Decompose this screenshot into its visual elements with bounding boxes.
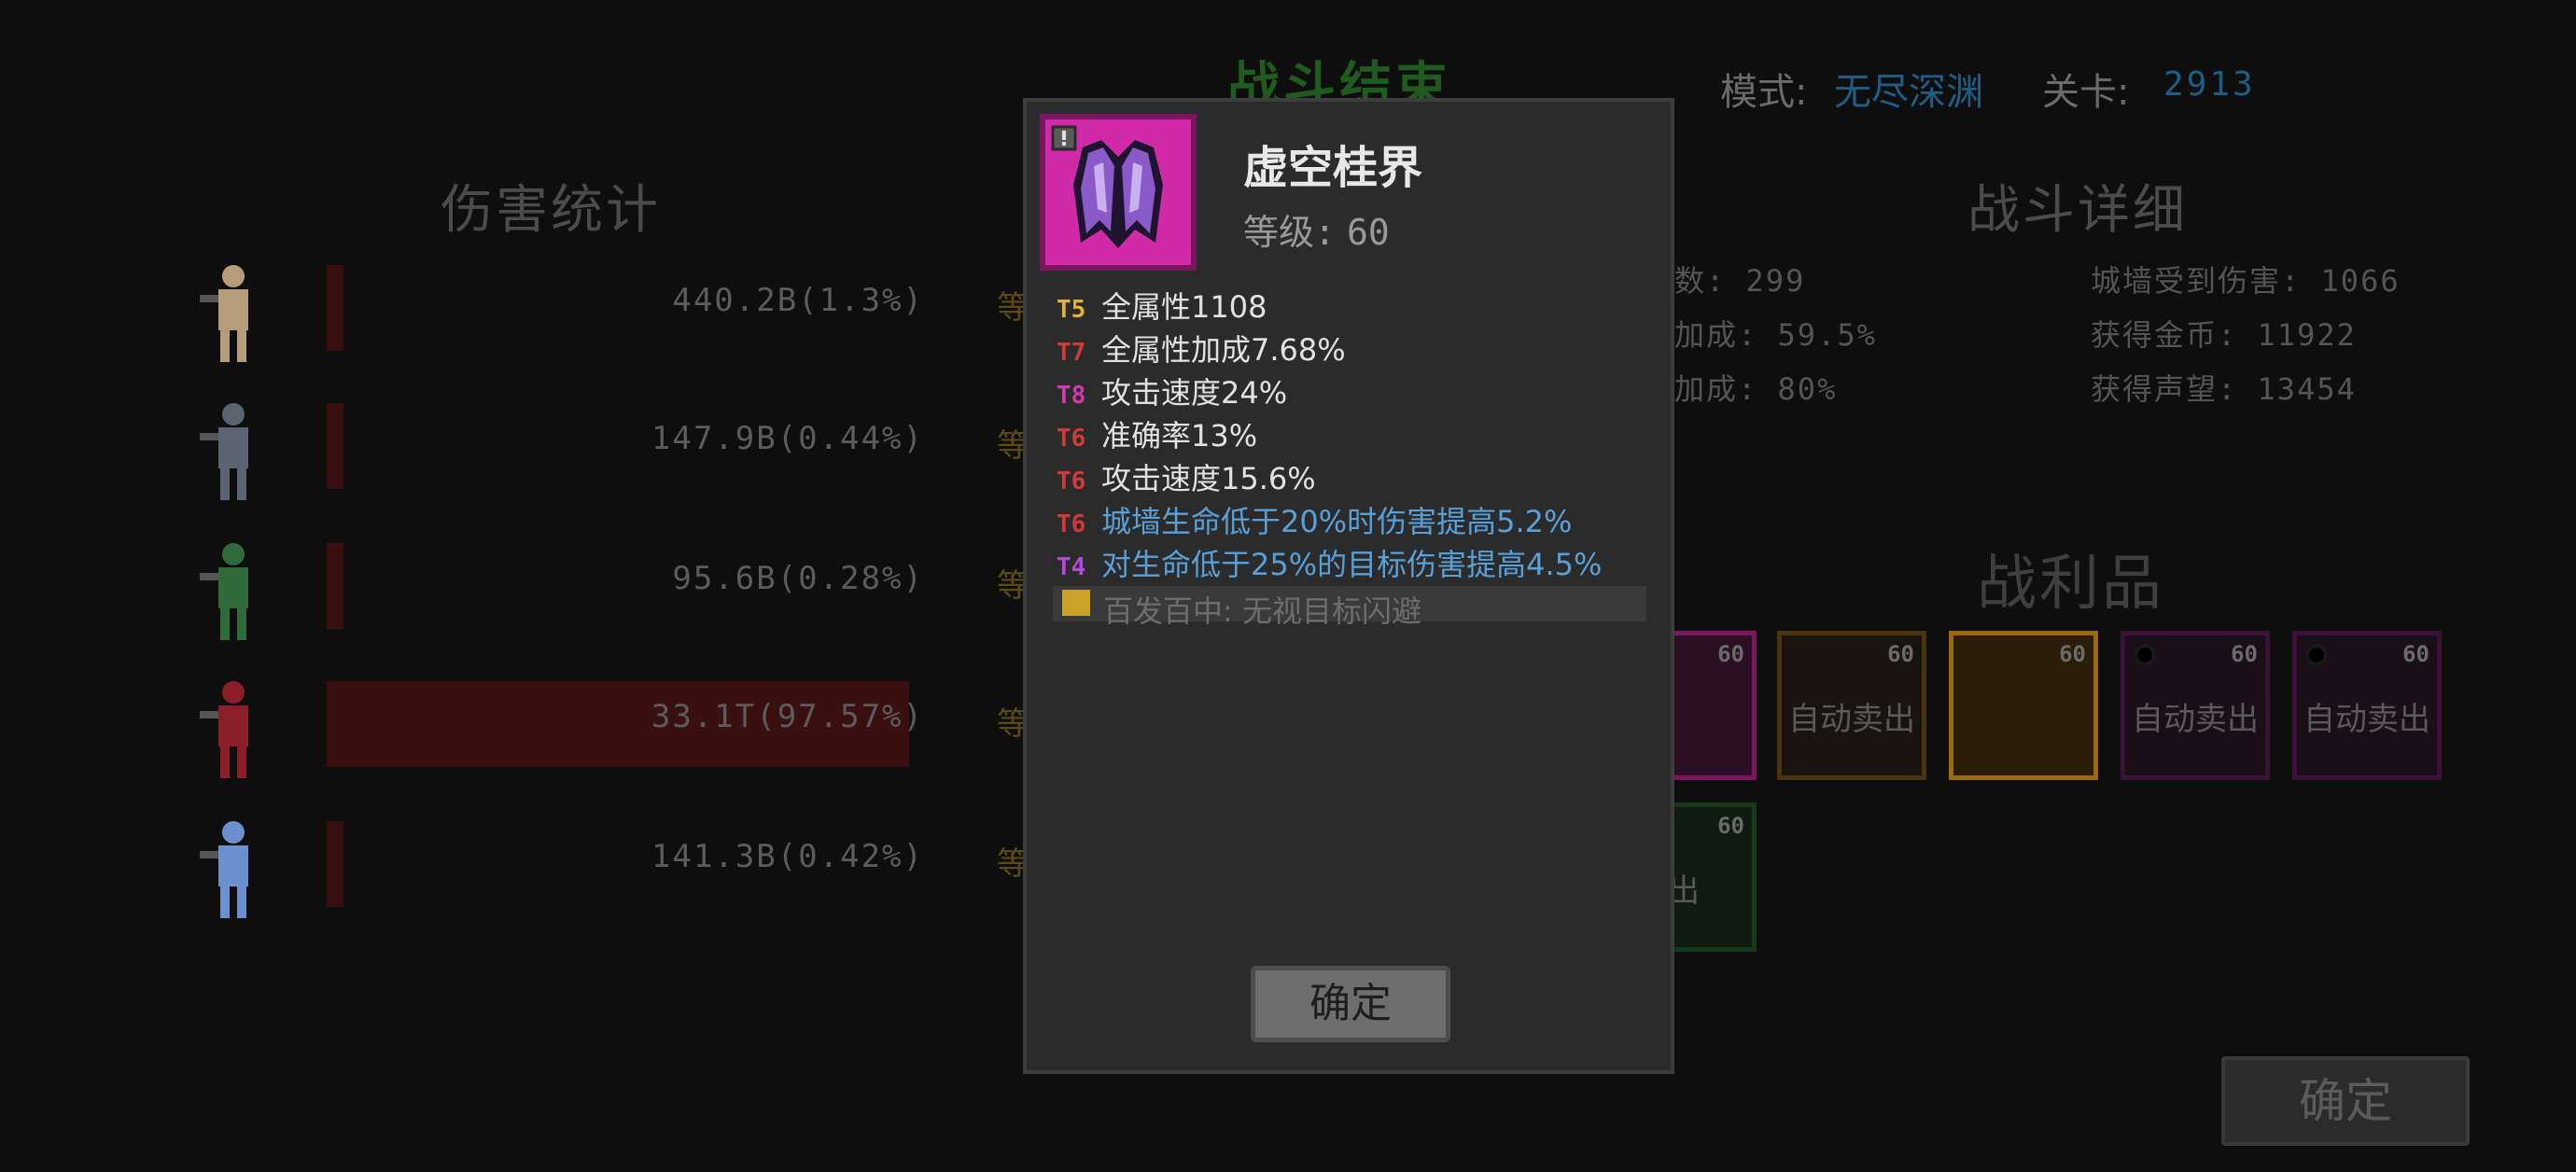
damage-stats-title: 伤害统计 [441, 180, 661, 241]
wall-damage-stat: 城墙受到伤害: 1066 [2091, 263, 2401, 299]
loot-item-status: 自动卖出 [2303, 701, 2430, 738]
damage-row: 147.9B(0.44%) 等 [177, 392, 1029, 500]
item-name: 虚空桂界 [1243, 142, 1423, 194]
affix-row: T5 全属性1108 [1057, 284, 1267, 327]
affix-text: 全属性加成7.68% [1101, 332, 1346, 368]
affix-tier: T6 [1057, 467, 1086, 495]
detail-stat: 加成: 59.5% [1674, 317, 1877, 353]
damage-row: 33.1T(97.57%) 等 [177, 670, 1029, 778]
detail-stat: 加成: 80% [1674, 371, 1838, 407]
affix-text: 准确率13% [1101, 418, 1258, 453]
lock-circle-icon [2135, 645, 2155, 665]
gold-stat: 获得金币: 11922 [2091, 317, 2357, 353]
hero-portrait-icon [177, 810, 289, 922]
damage-value: 95.6B(0.28%) [672, 560, 924, 597]
loot-item-status: 自动卖出 [1788, 701, 1915, 738]
loot-item-level: 60 [2059, 641, 2086, 667]
affix-row: T6 攻击速度15.6% [1057, 455, 1316, 498]
affix-text: 攻击速度15.6% [1101, 461, 1316, 496]
affix-row: T6 城墙生命低于20%时伤害提高5.2% [1057, 498, 1572, 541]
loot-item-slot[interactable]: 60 自动卖出 [2121, 631, 2270, 780]
damage-value: 141.3B(0.42%) [651, 838, 924, 875]
item-level-value: 60 [1346, 212, 1390, 253]
affix-tier: T4 [1057, 553, 1086, 581]
affix-row: T4 对生命低于25%的目标伤害提高4.5% [1057, 541, 1602, 584]
affix-text: 城墙生命低于20%时伤害提高5.2% [1101, 504, 1573, 539]
mode-value: 无尽深渊 [1834, 71, 1983, 114]
loot-item-slot[interactable]: 60 自动卖出 [1777, 631, 1926, 780]
reputation-stat: 获得声望: 13454 [2091, 371, 2357, 407]
damage-value: 33.1T(97.57%) [651, 698, 924, 735]
affix-text: 对生命低于25%的目标伤害提高4.5% [1101, 547, 1603, 582]
stage-label: 关卡: [2042, 71, 2130, 114]
lock-circle-icon [2306, 645, 2327, 665]
damage-bar [327, 543, 343, 629]
damage-value: 147.9B(0.44%) [651, 420, 924, 457]
mode-label: 模式: [1720, 71, 1808, 114]
loot-item-level: 60 [2402, 641, 2429, 667]
damage-bar [327, 265, 343, 351]
stage-value: 2913 [2163, 65, 2256, 104]
affix-row: T6 准确率13% [1057, 412, 1257, 455]
affix-tier: T6 [1057, 425, 1086, 453]
loot-item-level: 60 [2231, 641, 2258, 667]
battle-details-title: 战斗详细 [1967, 180, 2188, 241]
loot-item-level: 60 [1717, 641, 1744, 667]
set-bonus-icon [1062, 590, 1090, 616]
item-icon [1040, 114, 1197, 271]
item-level-label: 等级: [1243, 212, 1336, 253]
loot-item-status: 自动卖出 [2132, 701, 2259, 738]
affix-tier: T8 [1057, 382, 1086, 410]
confirm-button[interactable]: 确定 [2221, 1056, 2470, 1146]
affix-text: 攻击速度24% [1101, 375, 1288, 411]
damage-row: 440.2B(1.3%) 等 [177, 254, 1029, 362]
affix-tier: T5 [1057, 296, 1086, 324]
armor-icon [1045, 119, 1191, 265]
damage-row: 141.3B(0.42%) 等 [177, 810, 1029, 918]
affix-text: 全属性1108 [1101, 289, 1267, 325]
affix-tier: T7 [1057, 339, 1086, 367]
dialog-confirm-button[interactable]: 确定 [1251, 966, 1450, 1042]
loot-item-level: 60 [1887, 641, 1914, 667]
loot-item-slot[interactable]: 60 自动卖出 [2292, 631, 2442, 780]
damage-value: 440.2B(1.3%) [672, 282, 924, 319]
loot-item-slot[interactable]: 60 [1949, 631, 2098, 780]
detail-stat: 数: 299 [1674, 263, 1806, 299]
loot-item-level: 60 [1717, 813, 1744, 839]
set-bonus-row: 百发百中: 无视目标闪避 [1053, 586, 1646, 629]
damage-bar [327, 403, 343, 489]
damage-row: 95.6B(0.28%) 等 [177, 532, 1029, 640]
hero-portrait-icon [177, 532, 289, 644]
set-bonus-text: 百发百中: 无视目标闪避 [1103, 593, 1421, 629]
hero-portrait-icon [177, 254, 289, 366]
damage-bar [327, 821, 343, 907]
loot-title: 战利品 [1977, 550, 2164, 619]
item-level: 等级: 60 [1243, 203, 1390, 255]
affix-row: T7 全属性加成7.68% [1057, 327, 1346, 370]
affix-row: T8 攻击速度24% [1057, 370, 1287, 412]
hero-portrait-icon [177, 670, 289, 782]
hero-portrait-icon [177, 392, 289, 504]
affix-tier: T6 [1057, 510, 1086, 538]
